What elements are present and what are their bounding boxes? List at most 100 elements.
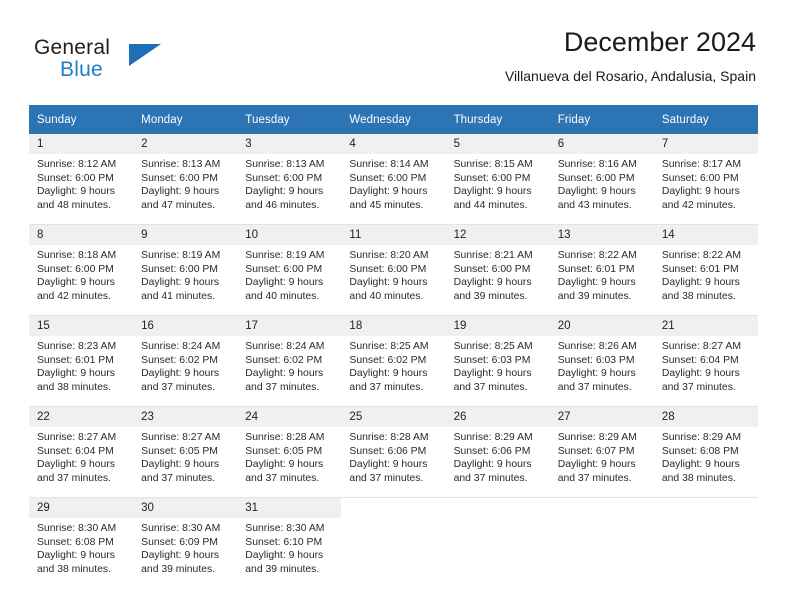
day-details: Sunrise: 8:20 AM Sunset: 6:00 PM Daylight:… (341, 245, 445, 303)
day-cell[interactable]: 23 Sunrise: 8:27 AM Sunset: 6:05 PM Dayligh… (133, 406, 238, 498)
sunrise-text: Sunrise: 8:27 AM (141, 432, 221, 443)
day-cell[interactable]: 7 Sunrise: 8:17 AM Sunset: 6:00 PM Daylight… (653, 134, 758, 225)
day-number: 5 (445, 134, 550, 154)
daylight-text: Daylight: 9 hours and 45 minutes. (349, 186, 428, 211)
sunrise-text: Sunrise: 8:29 AM (661, 432, 741, 443)
day-number: 8 (29, 225, 134, 245)
day-number (446, 498, 550, 518)
day-number: 18 (341, 316, 446, 336)
day-cell[interactable]: 30 Sunrise: 8:30 AM Sunset: 6:09 PM Dayligh… (133, 497, 238, 588)
daylight-text: Daylight: 9 hours and 37 minutes. (349, 368, 428, 393)
weekday-header-row: Sunday Monday Tuesday Wednesday Thursday… (29, 105, 758, 134)
day-cell[interactable]: 24 Sunrise: 8:28 AM Sunset: 6:05 PM Dayligh… (237, 406, 342, 498)
sunrise-text: Sunrise: 8:27 AM (661, 341, 741, 352)
day-details: Sunrise: 8:25 AM Sunset: 6:03 PM Daylight:… (446, 336, 550, 394)
weekday-header-wednesday: Wednesday (341, 105, 446, 134)
sunrise-text: Sunrise: 8:18 AM (37, 250, 117, 261)
day-details: Sunrise: 8:22 AM Sunset: 6:01 PM Daylight:… (550, 245, 654, 303)
day-cell[interactable]: 29 Sunrise: 8:30 AM Sunset: 6:08 PM Dayligh… (29, 497, 134, 588)
day-cell[interactable]: 17 Sunrise: 8:24 AM Sunset: 6:02 PM Dayligh… (237, 315, 342, 407)
day-cell[interactable]: 8 Sunrise: 8:18 AM Sunset: 6:00 PM Daylight… (29, 224, 134, 316)
sunset-text: Sunset: 6:04 PM (661, 354, 739, 366)
day-cell[interactable]: 4 Sunrise: 8:14 AM Sunset: 6:00 PM Daylight… (341, 134, 446, 225)
sunrise-text: Sunrise: 8:25 AM (453, 341, 533, 352)
sunset-text: Sunset: 6:00 PM (141, 263, 218, 275)
day-details: Sunrise: 8:24 AM Sunset: 6:02 PM Daylight:… (237, 336, 341, 394)
day-number: 19 (445, 316, 550, 336)
day-cell[interactable]: 11 Sunrise: 8:20 AM Sunset: 6:00 PM Dayligh… (341, 224, 446, 316)
page-title: December 2024 (563, 27, 756, 57)
day-cell[interactable]: 21 Sunrise: 8:27 AM Sunset: 6:04 PM Dayligh… (653, 315, 758, 407)
day-details: Sunrise: 8:27 AM Sunset: 6:05 PM Daylight:… (133, 427, 237, 485)
day-cell[interactable]: 26 Sunrise: 8:29 AM Sunset: 6:06 PM Dayligh… (445, 406, 550, 498)
day-cell[interactable]: 6 Sunrise: 8:16 AM Sunset: 6:00 PM Daylight… (549, 134, 654, 225)
sunset-text: Sunset: 6:10 PM (245, 536, 323, 548)
title-block: December 2024 Villanueva del Rosario, An… (505, 27, 756, 83)
sunrise-text: Sunrise: 8:15 AM (453, 159, 533, 170)
day-details: Sunrise: 8:23 AM Sunset: 6:01 PM Daylight:… (29, 336, 133, 394)
day-number: 30 (133, 498, 238, 518)
day-cell[interactable]: 20 Sunrise: 8:26 AM Sunset: 6:03 PM Dayligh… (549, 315, 654, 407)
day-cell[interactable]: 5 Sunrise: 8:15 AM Sunset: 6:00 PM Daylight… (445, 134, 550, 225)
day-cell[interactable]: 28 Sunrise: 8:29 AM Sunset: 6:08 PM Dayligh… (653, 406, 758, 498)
day-details: Sunrise: 8:17 AM Sunset: 6:00 PM Daylight:… (654, 154, 758, 212)
day-cell[interactable]: 3 Sunrise: 8:13 AM Sunset: 6:00 PM Daylight… (237, 134, 342, 225)
day-cell-empty (445, 497, 550, 588)
sunset-text: Sunset: 6:06 PM (453, 445, 531, 457)
sunrise-text: Sunrise: 8:23 AM (37, 341, 117, 352)
day-cell[interactable]: 15 Sunrise: 8:23 AM Sunset: 6:01 PM Dayligh… (29, 315, 134, 407)
day-details: Sunrise: 8:19 AM Sunset: 6:00 PM Daylight:… (133, 245, 237, 303)
day-details: Sunrise: 8:29 AM Sunset: 6:08 PM Daylight:… (654, 427, 758, 485)
daylight-text: Daylight: 9 hours and 48 minutes. (37, 186, 115, 211)
day-cell[interactable]: 13 Sunrise: 8:22 AM Sunset: 6:01 PM Dayligh… (549, 224, 654, 316)
day-number: 7 (653, 134, 758, 154)
day-cell[interactable]: 16 Sunrise: 8:24 AM Sunset: 6:02 PM Dayligh… (133, 315, 238, 407)
daylight-text: Daylight: 9 hours and 37 minutes. (557, 368, 636, 393)
day-cell[interactable]: 18 Sunrise: 8:25 AM Sunset: 6:02 PM Dayligh… (341, 315, 446, 407)
day-details: Sunrise: 8:14 AM Sunset: 6:00 PM Daylight:… (341, 154, 445, 212)
sunset-text: Sunset: 6:00 PM (245, 263, 323, 275)
day-cell[interactable]: 1 Sunrise: 8:12 AM Sunset: 6:00 PM Daylight… (29, 134, 134, 225)
sunrise-text: Sunrise: 8:30 AM (245, 523, 325, 534)
brand-name-blue: Blue (60, 58, 103, 81)
daylight-text: Daylight: 9 hours and 37 minutes. (557, 459, 636, 484)
day-cell[interactable]: 10 Sunrise: 8:19 AM Sunset: 6:00 PM Dayligh… (237, 224, 342, 316)
sunrise-text: Sunrise: 8:24 AM (141, 341, 221, 352)
day-cell[interactable]: 22 Sunrise: 8:27 AM Sunset: 6:04 PM Dayligh… (29, 406, 134, 498)
day-cell[interactable]: 2 Sunrise: 8:13 AM Sunset: 6:00 PM Daylight… (133, 134, 238, 225)
day-cell[interactable]: 12 Sunrise: 8:21 AM Sunset: 6:00 PM Dayligh… (445, 224, 550, 316)
sunrise-text: Sunrise: 8:30 AM (37, 523, 117, 534)
sunset-text: Sunset: 6:09 PM (141, 536, 218, 548)
day-number: 10 (237, 225, 342, 245)
day-number: 15 (29, 316, 134, 336)
day-cell[interactable]: 14 Sunrise: 8:22 AM Sunset: 6:01 PM Dayligh… (653, 224, 758, 316)
day-details: Sunrise: 8:18 AM Sunset: 6:00 PM Daylight:… (29, 245, 133, 303)
daylight-text: Daylight: 9 hours and 40 minutes. (245, 277, 324, 302)
day-number (654, 498, 758, 518)
day-details: Sunrise: 8:13 AM Sunset: 6:00 PM Daylight:… (133, 154, 237, 212)
week-row: 29 Sunrise: 8:30 AM Sunset: 6:08 PM Dayligh… (29, 497, 758, 588)
brand-triangle-icon (129, 44, 161, 66)
daylight-text: Daylight: 9 hours and 37 minutes. (245, 459, 324, 484)
sunset-text: Sunset: 6:03 PM (453, 354, 531, 366)
daylight-text: Daylight: 9 hours and 37 minutes. (141, 459, 220, 484)
day-cell[interactable]: 31 Sunrise: 8:30 AM Sunset: 6:10 PM Dayligh… (237, 497, 342, 588)
sunset-text: Sunset: 6:02 PM (245, 354, 323, 366)
daylight-text: Daylight: 9 hours and 41 minutes. (141, 277, 220, 302)
day-details: Sunrise: 8:30 AM Sunset: 6:10 PM Daylight:… (237, 518, 341, 576)
day-number: 22 (29, 407, 134, 427)
day-cell[interactable]: 25 Sunrise: 8:28 AM Sunset: 6:06 PM Dayligh… (341, 406, 446, 498)
day-cell[interactable]: 27 Sunrise: 8:29 AM Sunset: 6:07 PM Dayligh… (549, 406, 654, 498)
daylight-text: Daylight: 9 hours and 44 minutes. (453, 186, 532, 211)
brand-logo[interactable]: General Blue (34, 36, 234, 92)
sunset-text: Sunset: 6:07 PM (557, 445, 635, 457)
day-cell[interactable]: 19 Sunrise: 8:25 AM Sunset: 6:03 PM Dayligh… (445, 315, 550, 407)
sunset-text: Sunset: 6:00 PM (37, 172, 114, 184)
sunrise-text: Sunrise: 8:19 AM (245, 250, 325, 261)
daylight-text: Daylight: 9 hours and 37 minutes. (453, 459, 532, 484)
day-cell[interactable]: 9 Sunrise: 8:19 AM Sunset: 6:00 PM Daylight… (133, 224, 238, 316)
sunset-text: Sunset: 6:01 PM (661, 263, 739, 275)
sunrise-text: Sunrise: 8:22 AM (557, 250, 637, 261)
sunrise-text: Sunrise: 8:28 AM (245, 432, 325, 443)
daylight-text: Daylight: 9 hours and 42 minutes. (37, 277, 115, 302)
